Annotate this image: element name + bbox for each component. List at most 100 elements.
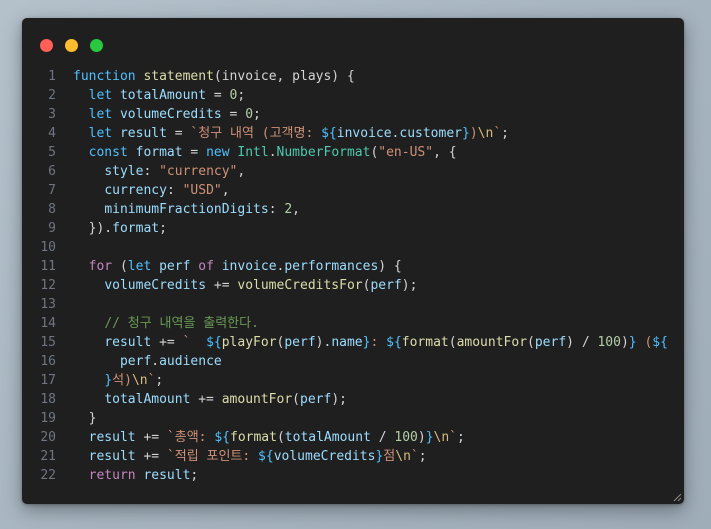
code-token: result [88, 449, 136, 464]
code-token: , { [433, 145, 457, 160]
code-token: / [370, 430, 395, 445]
code-token: performances [284, 259, 379, 274]
code-text: volumeCredits += volumeCreditsFor(perf); [73, 276, 417, 295]
line-number: 13 [40, 297, 56, 312]
code-token: ( [527, 335, 535, 350]
code-token: // 청구 내역을 출력한다. [104, 316, 259, 331]
minimize-button[interactable] [65, 39, 78, 52]
code-token: `청구 내역 (고객명: [190, 126, 322, 141]
code-token: let [88, 88, 113, 103]
code-token: } [628, 335, 637, 350]
code-token: \n [131, 373, 148, 388]
code-token: , [221, 183, 230, 198]
line-number: 1 [48, 69, 56, 84]
code-token: of [198, 259, 214, 274]
code-token: += [151, 335, 183, 350]
code-token: format [230, 430, 277, 445]
code-line: 3 let volumeCredits = 0; [22, 105, 684, 124]
code-token: 점 [383, 449, 396, 464]
code-token: invoice.customer [336, 126, 462, 141]
line-number: 3 [48, 107, 56, 122]
code-token: volumeCredits [104, 278, 207, 293]
code-token: volumeCreditsFor [237, 278, 363, 293]
code-text: minimumFractionDigits: 2, [73, 200, 300, 219]
code-token: ) { [378, 259, 402, 274]
code-line: 4 let result = `청구 내역 (고객명: ${invoice.cu… [22, 124, 684, 143]
code-editor[interactable]: 1 function statement(invoice, plays) {2 l… [22, 67, 684, 485]
code-token: ; [501, 126, 509, 141]
code-text: perf.audience [73, 352, 222, 371]
code-token: += [206, 278, 238, 293]
line-number: 11 [40, 259, 56, 274]
code-token: NumberFormat [276, 145, 371, 160]
code-token: format [401, 335, 449, 350]
code-line: 7 currency: "USD", [22, 181, 684, 200]
code-token: ${ [206, 335, 222, 350]
line-number: 20 [40, 430, 56, 445]
code-token: ( [292, 392, 300, 407]
code-text: currency: "USD", [73, 181, 230, 200]
code-token: ( [636, 335, 653, 350]
code-token: ; [159, 221, 167, 236]
code-text: function statement(invoice, plays) { [73, 67, 355, 86]
code-token: let [127, 259, 152, 274]
code-token: ); [331, 392, 347, 407]
code-line: 18 totalAmount += amountFor(perf); [22, 390, 684, 409]
maximize-button[interactable] [90, 39, 103, 52]
resize-grip-icon[interactable] [673, 493, 682, 502]
line-number: 19 [40, 411, 56, 426]
code-text: const format = new Intl.NumberFormat("en… [73, 143, 457, 162]
code-line: 14 // 청구 내역을 출력한다. [22, 314, 684, 333]
line-number: 10 [40, 240, 56, 255]
code-token: ). [315, 335, 332, 350]
code-token: perf [119, 354, 152, 369]
code-line: 21 result += `적립 포인트: ${volumeCredits}점\… [22, 447, 684, 466]
code-line: 20 result += `총액: ${format(totalAmount /… [22, 428, 684, 447]
code-token: "USD" [182, 183, 222, 198]
code-token: }). [73, 221, 113, 236]
line-number: 12 [40, 278, 56, 293]
line-number: 14 [40, 316, 56, 331]
code-token: ); [401, 278, 418, 293]
code-token: return [88, 468, 136, 483]
line-number: 17 [40, 373, 56, 388]
code-token: minimumFractionDigits [104, 202, 269, 217]
code-token: ${ [652, 335, 668, 350]
code-token: totalAmount [284, 430, 371, 445]
code-line: 16 perf.audience [22, 352, 684, 371]
code-token: } [104, 373, 113, 388]
code-token: , [237, 164, 246, 179]
code-token: . [151, 354, 160, 369]
code-token: format [112, 221, 160, 236]
line-number: 4 [48, 126, 56, 141]
code-token: new [206, 145, 230, 160]
code-token: statement [143, 69, 214, 84]
code-token: totalAmount [104, 392, 191, 407]
code-token: amountFor [456, 335, 528, 350]
code-text: let volumeCredits = 0; [73, 105, 261, 124]
code-token: 100 [394, 430, 418, 445]
code-token: volumeCredits [273, 449, 376, 464]
code-window: 1 function statement(invoice, plays) {2 l… [22, 18, 684, 504]
close-button[interactable] [40, 39, 53, 52]
code-text: result += `적립 포인트: ${volumeCredits}점\n`; [73, 447, 427, 466]
code-token: } [462, 126, 470, 141]
code-token: = [166, 126, 191, 141]
code-token: `총액: [166, 430, 215, 445]
code-token: ${ [258, 449, 274, 464]
code-token: \n [395, 449, 411, 464]
